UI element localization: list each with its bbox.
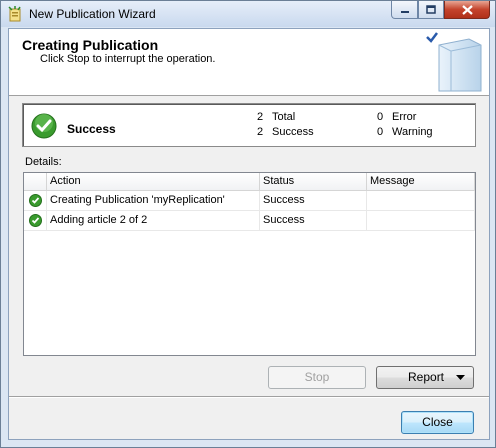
- page-title: Creating Publication: [22, 37, 159, 53]
- title-bar[interactable]: New Publication Wizard: [1, 1, 495, 27]
- row-status-text: Success: [260, 211, 367, 230]
- warning-label: Warning: [392, 126, 433, 138]
- total-count: 2: [257, 111, 264, 123]
- row-action-cell: Creating Publication 'myReplication': [47, 191, 260, 210]
- error-count: 0: [377, 111, 384, 123]
- column-header-message[interactable]: Message: [367, 173, 475, 190]
- total-label: Total: [272, 111, 296, 123]
- warning-count: 0: [377, 126, 384, 138]
- success-check-icon: [31, 113, 57, 139]
- table-row[interactable]: Creating Publication 'myReplication' Suc…: [24, 191, 475, 211]
- row-status-text: Success: [260, 191, 367, 210]
- row-message-cell[interactable]: [367, 191, 475, 210]
- details-label: Details:: [25, 156, 62, 168]
- success-label: Success: [272, 126, 314, 138]
- row-status-cell: [24, 191, 47, 210]
- wizard-window: New Publication Wizard Creating Publicat…: [0, 0, 496, 448]
- summary-status-label: Success: [67, 122, 116, 136]
- publication-book-icon: [426, 32, 482, 92]
- row-message-cell[interactable]: [367, 211, 475, 230]
- maximize-button[interactable]: [418, 1, 444, 19]
- report-button-label: Report: [408, 370, 445, 384]
- column-header-status[interactable]: Status: [260, 173, 367, 190]
- wizard-header: Creating Publication Click Stop to inter…: [9, 29, 489, 96]
- success-check-icon: [29, 214, 42, 227]
- details-grid[interactable]: Action Status Message Creating Publicati…: [23, 172, 476, 356]
- stop-button[interactable]: Stop: [268, 366, 366, 389]
- page-subtitle: Click Stop to interrupt the operation.: [40, 53, 216, 65]
- row-status-cell: [24, 211, 47, 230]
- row-action-cell: Adding article 2 of 2: [47, 211, 260, 230]
- close-icon: [461, 4, 473, 15]
- window-title: New Publication Wizard: [29, 7, 156, 21]
- wizard-app-icon: [8, 6, 21, 22]
- table-row[interactable]: Adding article 2 of 2 Success: [24, 211, 475, 231]
- column-header-icon: [24, 173, 47, 190]
- window-close-button[interactable]: [444, 1, 490, 19]
- error-label: Error: [392, 111, 417, 123]
- column-header-action[interactable]: Action: [47, 173, 260, 190]
- status-summary-panel: Success 2 Total 2 Success 0 Error 0 Warn…: [22, 103, 476, 147]
- report-button[interactable]: Report: [376, 366, 474, 389]
- success-count: 2: [257, 126, 264, 138]
- grid-header: Action Status Message: [24, 173, 475, 191]
- close-button[interactable]: Close: [401, 411, 474, 434]
- maximize-icon: [426, 4, 436, 14]
- minimize-icon: [400, 10, 409, 13]
- minimize-button[interactable]: [391, 1, 418, 19]
- chevron-down-icon: [456, 375, 465, 380]
- wizard-client-area: Creating Publication Click Stop to inter…: [8, 28, 490, 440]
- footer-divider: [9, 396, 489, 398]
- success-check-icon: [29, 194, 42, 207]
